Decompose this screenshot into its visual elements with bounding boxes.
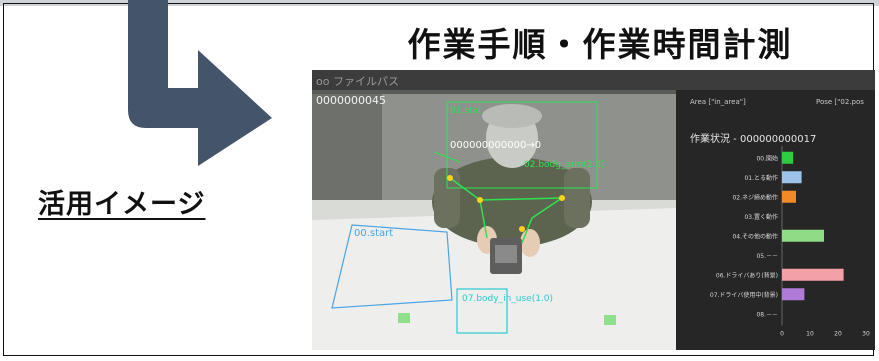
status-panel: Area ["in_area"] Pose ["02.pos 作業状況 - 00… (676, 90, 875, 350)
person-box-label: 01.stat (450, 106, 482, 116)
area-label: Area ["in_area"] (690, 98, 746, 106)
chart-bar (782, 288, 805, 301)
hand-label: 02.bodg_arm(2.0) (524, 160, 605, 170)
chart-bar (782, 190, 796, 203)
chart-tick-label: 0 (780, 331, 784, 338)
chart-tick-label: 20 (834, 331, 842, 338)
chart-category-label: 06.ドライバあり(背景) (716, 271, 778, 279)
chart-tick-label: 30 (862, 331, 870, 338)
person-id: 000000000000→0 (450, 140, 542, 151)
chart-tick-label: 10 (806, 331, 814, 338)
chart-bar (782, 229, 824, 242)
down-right-arrow-icon (128, 0, 272, 166)
camera-scene (312, 90, 676, 350)
page-title: 作業手順・作業時間計測 (407, 25, 793, 64)
chart-category-label: 08.－－ (756, 311, 778, 318)
chart-category-label: 02.ネジ締め動作 (732, 193, 778, 201)
chart-category-label: 05.－－ (756, 253, 778, 260)
pose-label: Pose ["02.pos (816, 98, 864, 106)
start-zone-label: 00.start (354, 228, 394, 239)
frame-counter: 0000000045 (316, 94, 386, 107)
app-title: oo ファイルパス (316, 75, 399, 88)
chart-category-label: 01.とる動作 (744, 174, 778, 182)
chart-category-label: 03.置く動作 (744, 213, 778, 221)
chart-bar (782, 268, 844, 281)
chart-category-label: 07.ドライバ使用中(背景) (710, 291, 778, 299)
app-screenshot: oo ファイルパス 0000000045 01.stat 00000000000… (312, 70, 875, 350)
bottom-zone-label: 07.body_in_use(1.0) (462, 294, 554, 304)
chart-category-label: 00.開始 (756, 154, 778, 162)
chart-category-label: 04.その他の動作 (732, 232, 778, 240)
app-titlebar: oo ファイルパス (312, 70, 875, 90)
chart-bar (782, 151, 794, 164)
camera-view: 0000000045 01.stat 000000000000→0 02.bod… (312, 90, 676, 350)
usage-label: 活用イメージ (38, 189, 206, 220)
work-status-chart: 00.開始 01.とる動作 02.ネジ締め動作 03.置く動作 04.その他の動作 05.… (710, 146, 870, 338)
chart-bar (782, 171, 802, 184)
